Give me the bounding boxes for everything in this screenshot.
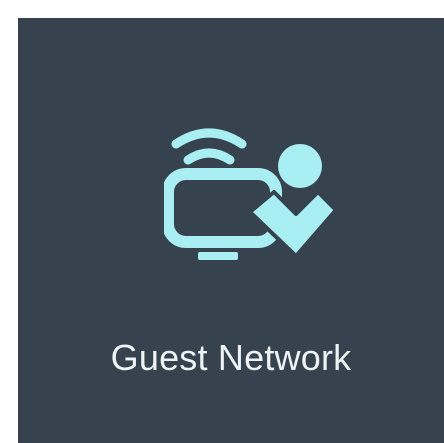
tile-label: Guest Network (110, 337, 352, 378)
guest-network-icon (164, 128, 334, 260)
guest-network-tile[interactable]: Guest Network (18, 18, 444, 443)
